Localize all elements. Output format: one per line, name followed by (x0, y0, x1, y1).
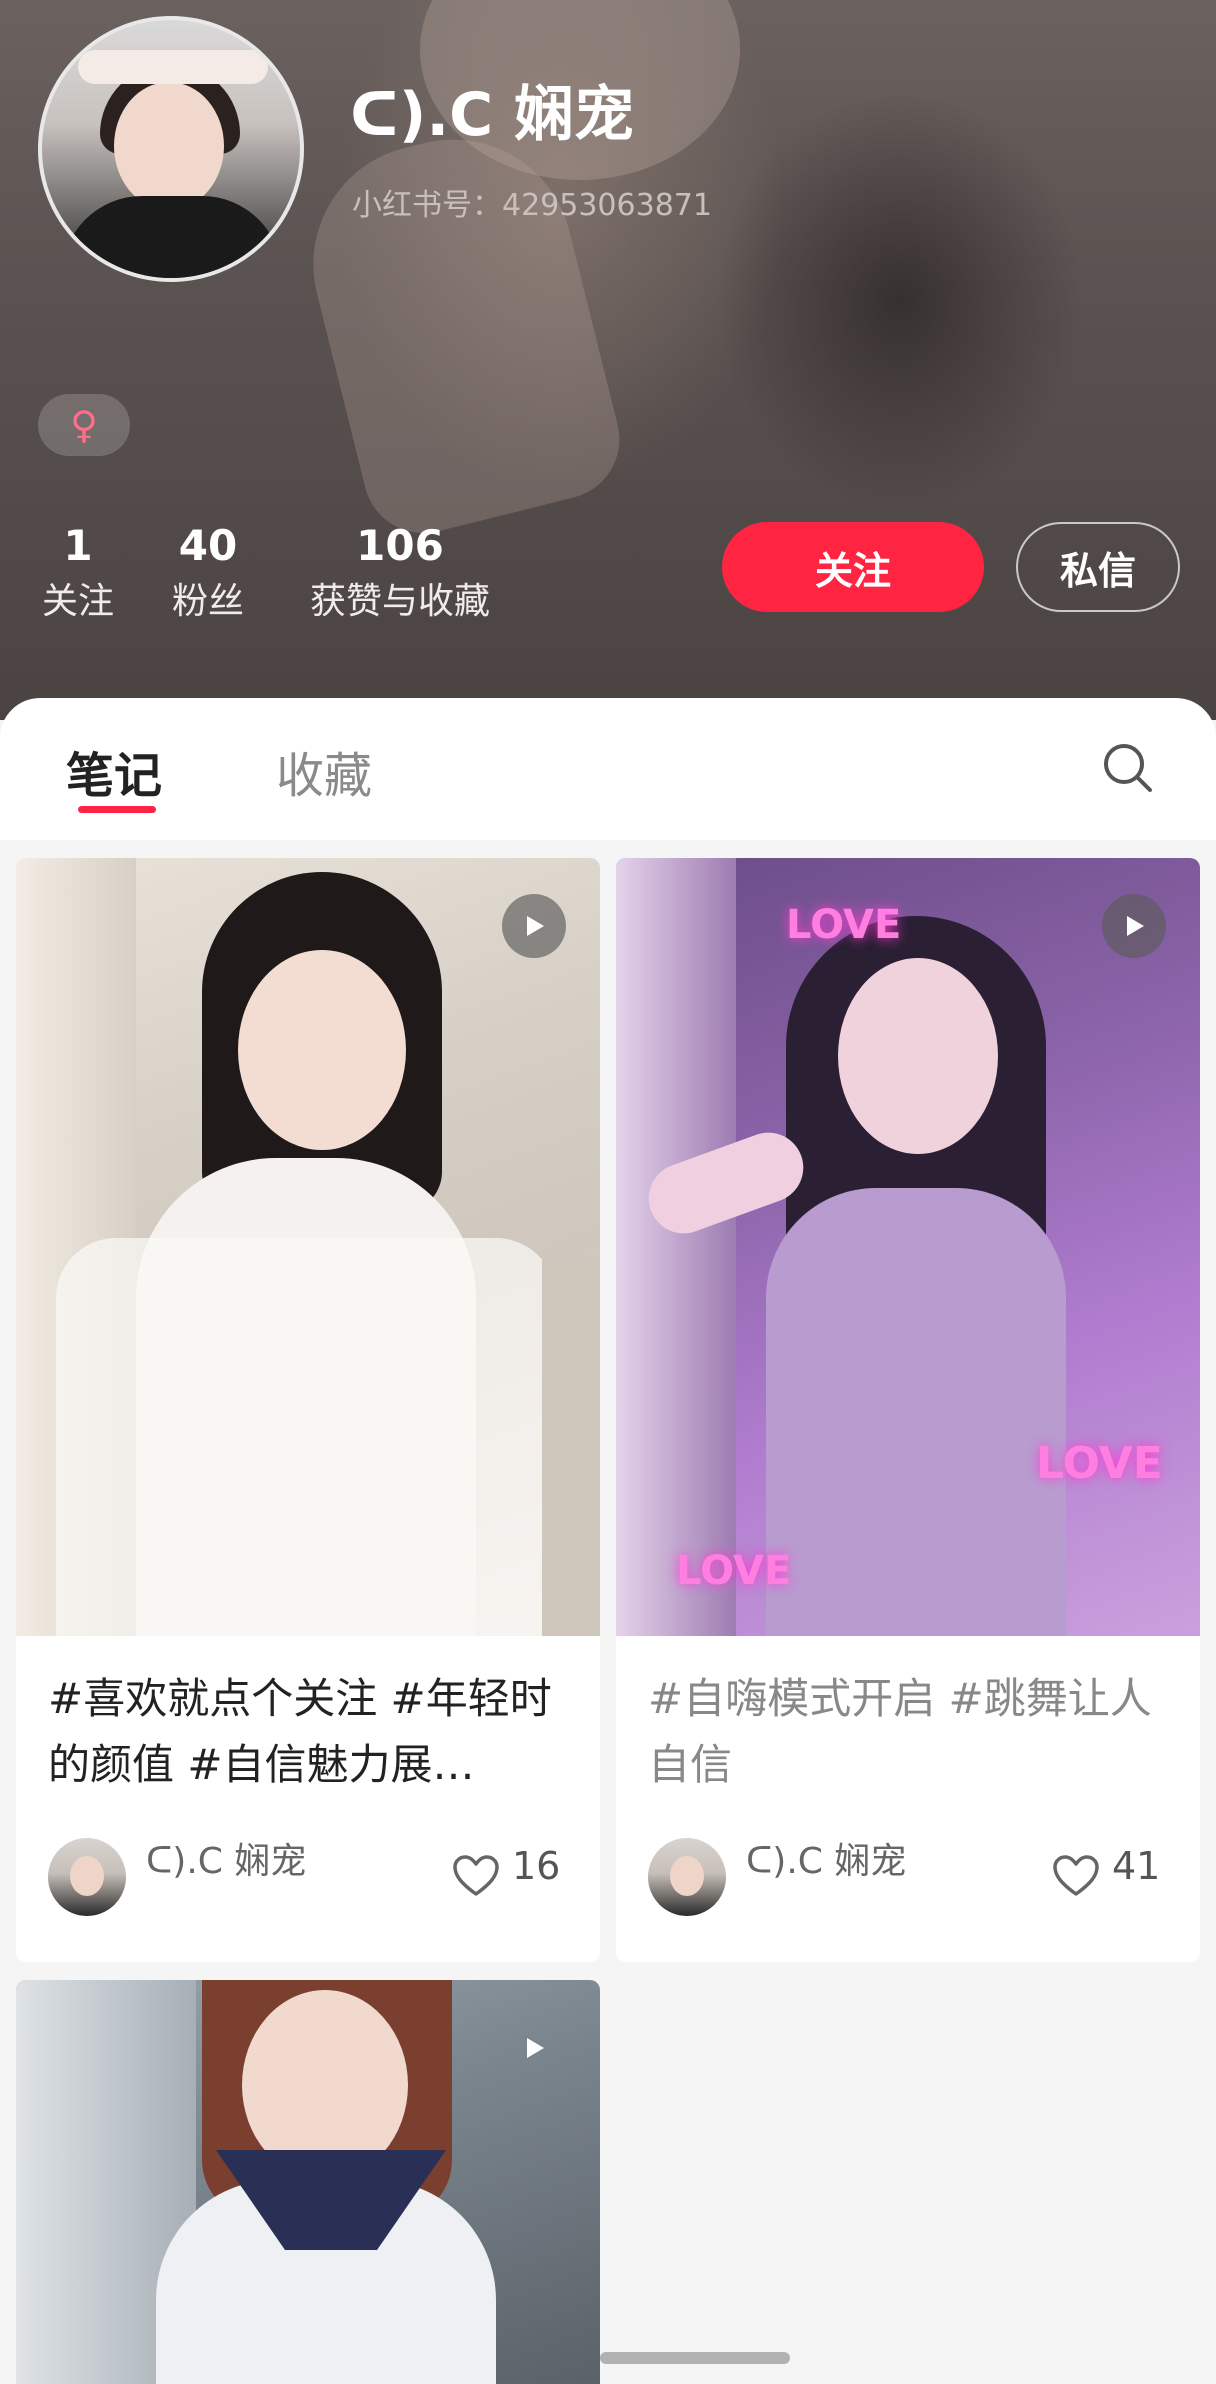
message-button[interactable]: 私信 (1016, 522, 1180, 612)
author-avatar[interactable] (648, 1838, 726, 1916)
overlay-text: LOVE (786, 902, 902, 948)
follow-button[interactable]: 关注 (722, 522, 984, 612)
note-card[interactable] (16, 1980, 600, 2384)
stat-following-label: 关注 (41, 581, 114, 622)
gender-badge: ♀ (38, 394, 130, 456)
note-author[interactable]: ᑕ).C 娴宠 (146, 1832, 306, 1884)
heart-icon[interactable] (1052, 1854, 1100, 1898)
tab-collections[interactable]: 收藏 (276, 736, 372, 806)
author-avatar[interactable] (48, 1838, 126, 1916)
overlay-text: LOVE (1036, 1438, 1163, 1489)
heart-icon[interactable] (452, 1854, 500, 1898)
stat-followers[interactable]: 40 粉丝 (168, 522, 248, 626)
stat-followers-count: 40 (178, 521, 238, 570)
like-count: 16 (512, 1844, 561, 1888)
home-indicator[interactable] (600, 2352, 790, 2364)
stat-likes-label: 获赞与收藏 (309, 581, 490, 622)
stat-followers-label: 粉丝 (171, 581, 244, 622)
search-icon[interactable] (1100, 740, 1156, 796)
stat-likes-collects[interactable]: 106 获赞与收藏 (300, 522, 500, 626)
profile-header: ᑕ).C 娴宠 小红书号：42953063871 ♀ 1 关注 40 粉丝 10… (0, 0, 1216, 720)
overlay-text: LOVE (676, 1548, 792, 1594)
play-icon (502, 894, 566, 958)
tab-bar: 笔记 收藏 (0, 698, 1216, 840)
stat-likes-count: 106 (356, 521, 444, 570)
note-author[interactable]: ᑕ).C 娴宠 (746, 1832, 906, 1884)
note-cover-image: LOVE LOVE LOVE (616, 858, 1200, 1636)
stat-following-count: 1 (63, 521, 93, 570)
note-title: #喜欢就点个关注 #年轻时的颜值 #自信魅力展… (48, 1674, 552, 1789)
note-title: #自嗨模式开启 #跳舞让人自信 (648, 1674, 1152, 1789)
tab-notes[interactable]: 笔记 (66, 736, 162, 806)
note-cover-image (16, 858, 600, 1636)
note-card[interactable]: #喜欢就点个关注 #年轻时的颜值 #自信魅力展… ᑕ).C 娴宠 16 (16, 858, 600, 1962)
note-card[interactable]: LOVE LOVE LOVE #自嗨模式开启 #跳舞让人自信 ᑕ).C 娴宠 4… (616, 858, 1200, 1962)
avatar[interactable] (38, 16, 304, 282)
stat-following[interactable]: 1 关注 (38, 522, 118, 626)
female-icon: ♀ (70, 403, 98, 447)
play-icon (1102, 894, 1166, 958)
play-icon (502, 2016, 566, 2080)
profile-nickname: ᑕ).C 娴宠 (350, 80, 635, 150)
like-count: 41 (1112, 1844, 1161, 1888)
tab-active-indicator (78, 806, 156, 813)
profile-red-id[interactable]: 小红书号：42953063871 (352, 180, 712, 224)
